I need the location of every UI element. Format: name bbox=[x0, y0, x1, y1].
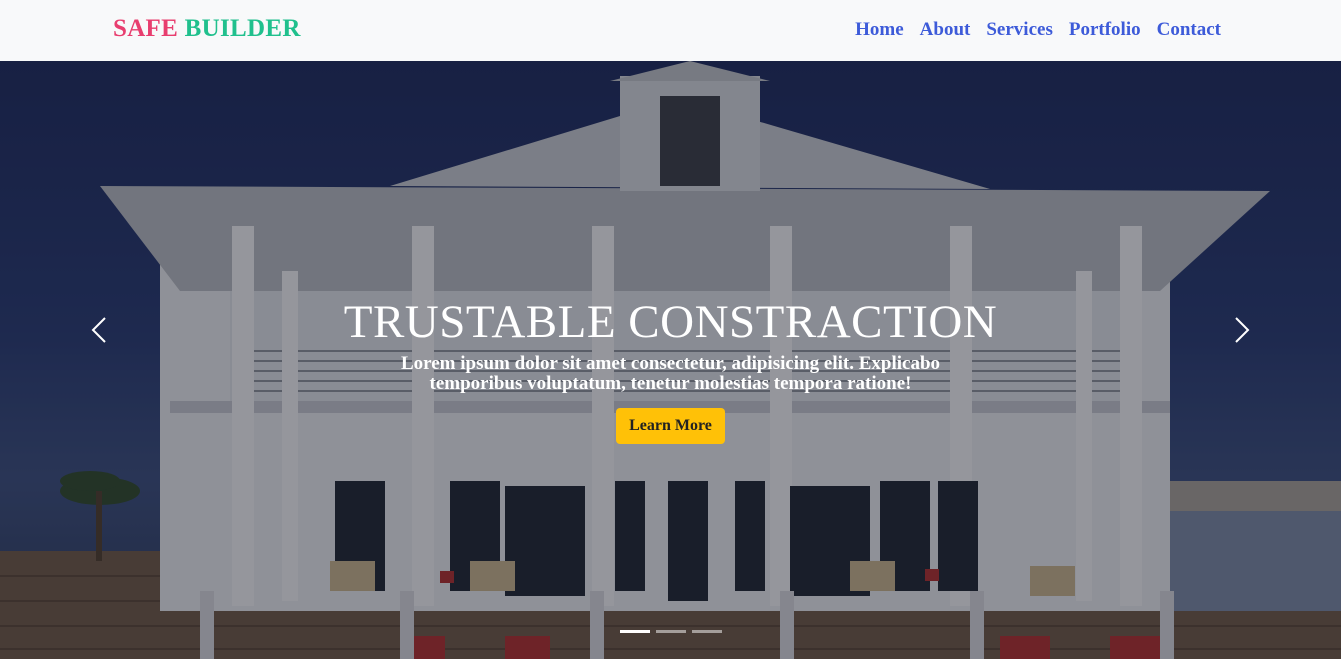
carousel-indicators bbox=[620, 630, 722, 633]
carousel-indicator[interactable] bbox=[620, 630, 650, 633]
hero-text: Lorem ipsum dolor sit amet consectetur, … bbox=[400, 353, 941, 394]
learn-more-button[interactable]: Learn More bbox=[616, 408, 725, 444]
chevron-right-icon bbox=[1235, 317, 1250, 343]
nav-link-home[interactable]: Home bbox=[855, 19, 904, 40]
nav-link-portfolio[interactable]: Portfolio bbox=[1069, 19, 1141, 40]
carousel-prev-button[interactable] bbox=[85, 315, 115, 345]
nav-menu: Home About Services Portfolio Contact bbox=[855, 19, 1221, 41]
hero-carousel: TRUSTABLE CONSTRACTION Lorem ipsum dolor… bbox=[0, 61, 1341, 659]
navbar: SAFE BUILDER Home About Services Portfol… bbox=[0, 0, 1341, 61]
chevron-left-icon bbox=[91, 317, 106, 343]
brand-part2: BUILDER bbox=[184, 15, 301, 42]
brand-part1: SAFE bbox=[113, 15, 179, 42]
brand-logo[interactable]: SAFE BUILDER bbox=[113, 15, 301, 43]
hero-title: TRUSTABLE CONSTRACTION bbox=[343, 296, 998, 348]
nav-link-contact[interactable]: Contact bbox=[1157, 19, 1221, 40]
nav-link-services[interactable]: Services bbox=[986, 19, 1052, 40]
nav-link-about[interactable]: About bbox=[920, 19, 971, 40]
hero-caption: TRUSTABLE CONSTRACTION Lorem ipsum dolor… bbox=[0, 296, 1341, 444]
carousel-next-button[interactable] bbox=[1226, 315, 1256, 345]
carousel-indicator[interactable] bbox=[656, 630, 686, 633]
carousel-indicator[interactable] bbox=[692, 630, 722, 633]
